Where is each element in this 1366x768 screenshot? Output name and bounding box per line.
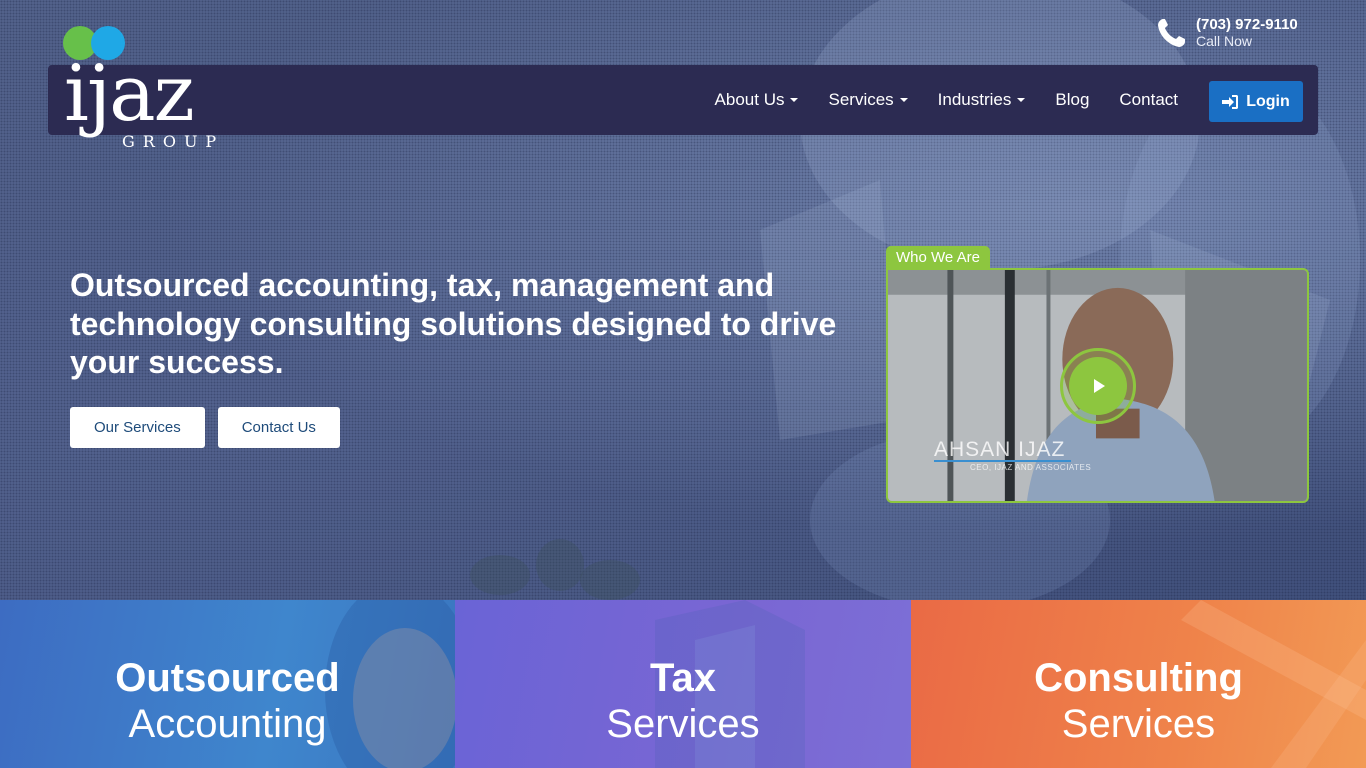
phone-contact[interactable]: (703) 972-9110 Call Now <box>1156 16 1298 50</box>
who-we-are-tab: Who We Are <box>886 246 990 270</box>
service-panels: Outsourced Accounting Tax Services Consu… <box>0 600 1366 768</box>
phone-icon <box>1158 19 1185 47</box>
nav-blog[interactable]: Blog <box>1055 90 1089 110</box>
hero-headline: Outsourced accounting, tax, management a… <box>70 267 837 380</box>
play-icon <box>1094 379 1105 393</box>
panel-subtitle: Accounting <box>128 702 327 746</box>
nav-industries-label: Industries <box>937 90 1012 109</box>
nav-contact[interactable]: Contact <box>1119 90 1178 110</box>
nav-blog-label: Blog <box>1055 90 1090 109</box>
panel-tax-services[interactable]: Tax Services <box>455 600 911 768</box>
panel-title: Consulting <box>1034 656 1243 700</box>
contact-us-button[interactable]: Contact Us <box>217 407 340 448</box>
video-speaker-name: AHSAN IJAZ <box>934 438 1066 461</box>
caret-down-icon <box>1017 98 1026 102</box>
hero-buttons: Our Services Contact Us <box>70 407 340 448</box>
panel-subtitle: Services <box>606 702 760 746</box>
logo-wordmark: ijaz <box>64 49 195 139</box>
play-button[interactable] <box>1060 348 1136 424</box>
nav-about-us[interactable]: About Us <box>715 90 799 110</box>
login-button[interactable]: Login <box>1209 81 1303 122</box>
panel-subtitle: Services <box>1061 702 1216 746</box>
nav-services[interactable]: Services <box>828 90 908 110</box>
nav-services-label: Services <box>828 90 894 109</box>
video-player[interactable]: AHSAN IJAZ CEO, IJAZ AND ASSOCIATES <box>886 268 1309 503</box>
caret-down-icon <box>899 98 908 102</box>
panel-consulting-services[interactable]: Consulting Services <box>911 600 1366 768</box>
panel-title: Outsourced <box>115 656 340 700</box>
nav-about-us-label: About Us <box>714 90 785 109</box>
panel-outsourced-accounting[interactable]: Outsourced Accounting <box>0 600 455 768</box>
nav-industries[interactable]: Industries <box>938 90 1026 110</box>
video-speaker-title: CEO, IJAZ AND ASSOCIATES <box>970 463 1092 472</box>
caret-down-icon <box>790 98 799 102</box>
login-label: Login <box>1246 92 1290 110</box>
panel-title: Tax <box>650 656 716 700</box>
nav-contact-label: Contact <box>1119 90 1178 109</box>
logo-subtitle: GROUP <box>122 132 225 151</box>
ijaz-group-logo[interactable]: ijaz GROUP <box>60 24 240 164</box>
phone-number[interactable]: (703) 972-9110 <box>1196 16 1298 33</box>
sign-in-icon <box>1222 94 1239 109</box>
our-services-button[interactable]: Our Services <box>70 407 205 448</box>
call-now-label: Call Now <box>1196 33 1253 49</box>
main-nav: About Us Services Industries Blog Contac… <box>685 65 1178 135</box>
